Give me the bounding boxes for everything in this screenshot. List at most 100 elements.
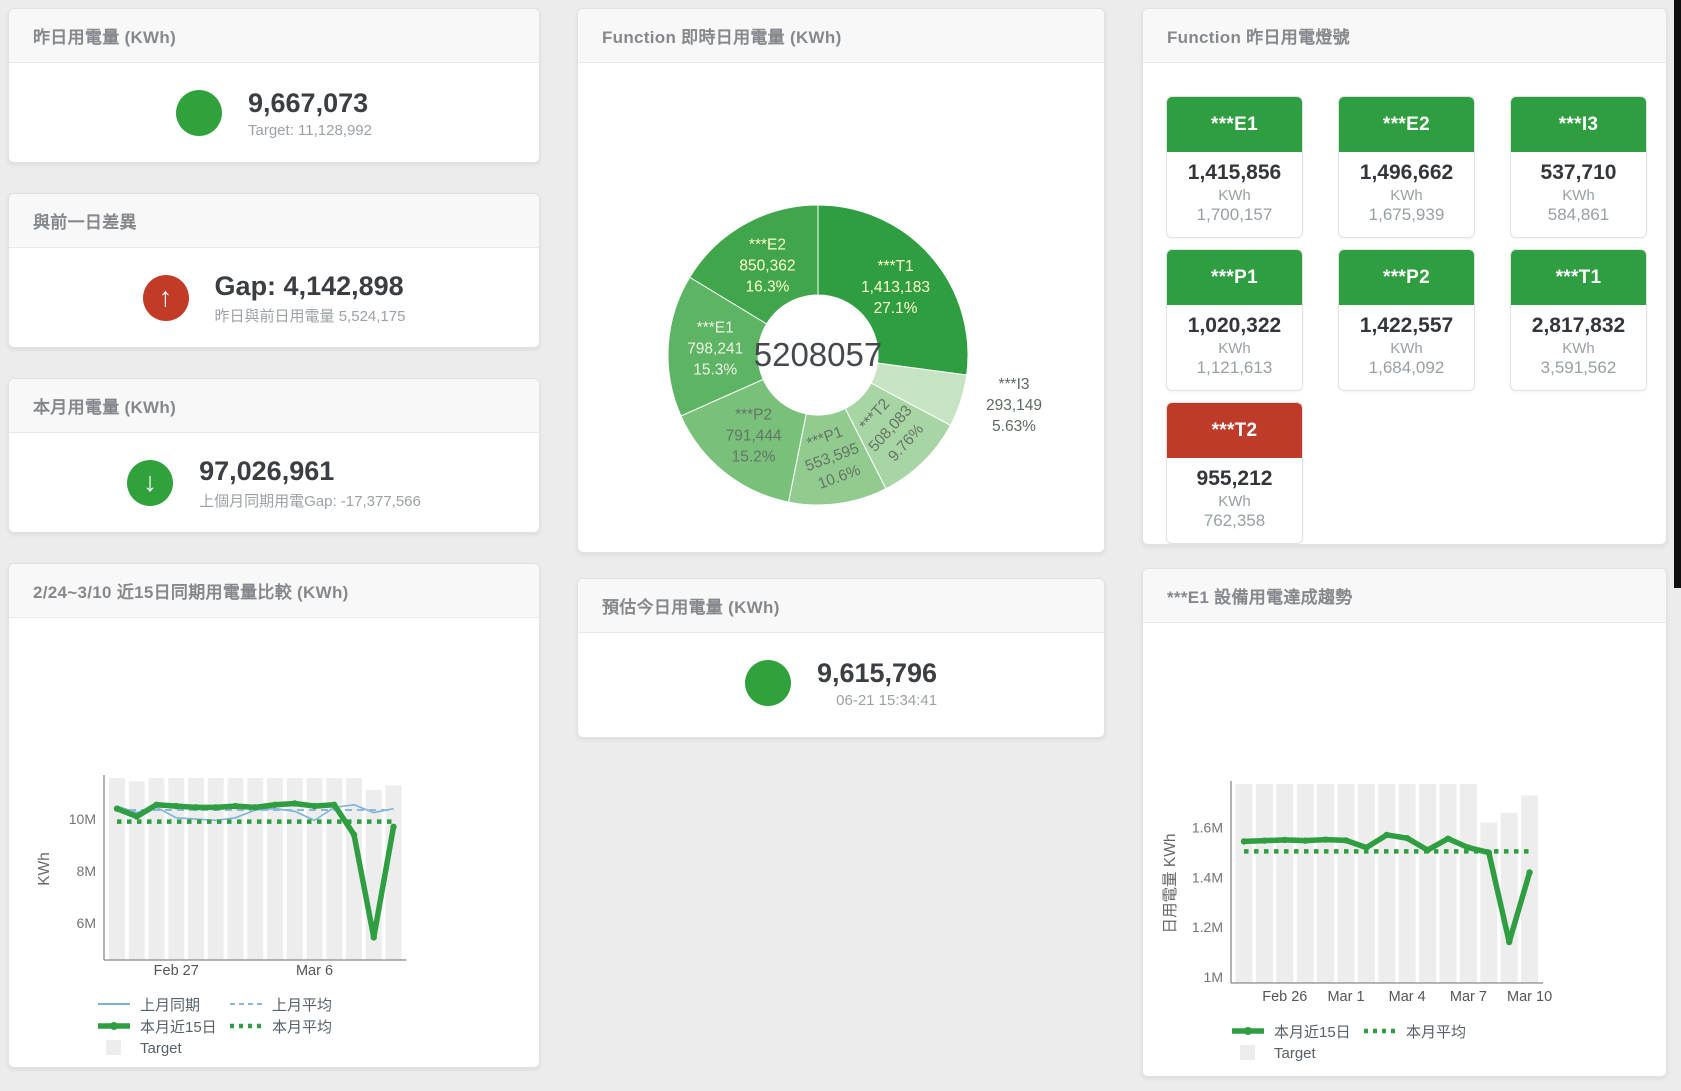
- svg-text:1M: 1M: [1204, 969, 1223, 985]
- trend-chart-legend: 本月近15日 本月平均 Target: [1231, 1020, 1666, 1064]
- card-day-gap: 與前一日差異 ↑ Gap: 4,142,898 昨日與前日用電量 5,524,1…: [8, 193, 540, 348]
- dashboard: 昨日用電量 (KWh) 9,667,073 Target: 11,128,992…: [0, 0, 1681, 1077]
- stat-row: ↑ Gap: 4,142,898 昨日與前日用電量 5,524,175: [9, 248, 539, 348]
- tile-status-header-t2: ***T2: [1167, 403, 1302, 458]
- light-tile-t1: ***T12,817,832KWh3,591,562: [1510, 249, 1647, 391]
- svg-text:Feb 27: Feb 27: [154, 963, 199, 979]
- legend-item-本月平均[interactable]: 本月平均: [229, 1016, 361, 1037]
- column-right: Function 昨日用電燈號 ***E11,415,856KWh1,700,1…: [1142, 8, 1667, 1077]
- card-today-estimate: 預估今日用電量 (KWh) 9,615,796 06-21 15:34:41: [577, 578, 1105, 738]
- stat-row: 9,667,073 Target: 11,128,992: [9, 63, 539, 163]
- tile-status-header-e1: ***E1: [1167, 97, 1302, 152]
- compare-chart-legend: 上月同期 上月平均本月近15日 本月平均 Target: [97, 993, 539, 1059]
- tile-value-t2: 955,212: [1167, 467, 1302, 491]
- tile-target-e2: 1,675,939: [1339, 205, 1474, 225]
- legend-item-上月同期[interactable]: 上月同期: [97, 994, 229, 1015]
- card-realtime-header: Function 即時日用電量 (KWh): [578, 9, 1104, 63]
- column-middle: Function 即時日用電量 (KWh) ***T11,413,18327.1…: [577, 8, 1105, 1077]
- light-tile-e2: ***E2 1,496,662 KWh1,675,939: [1338, 96, 1475, 238]
- tile-status-header-p2: ***P2: [1339, 250, 1474, 305]
- card-yesterday-usage: 昨日用電量 (KWh) 9,667,073 Target: 11,128,992: [8, 8, 540, 163]
- card-compare-15day: 2/24~3/10 近15日同期用電量比較 (KWh) 6M8M10MFeb 2…: [8, 563, 540, 1068]
- tile-unit-t2: KWh: [1167, 493, 1302, 510]
- tile-target-i3: 584,861: [1511, 205, 1646, 225]
- card-title: 本月用電量 (KWh): [33, 393, 176, 418]
- tile-status-header-p1: ***P1: [1167, 250, 1302, 305]
- column-left: 昨日用電量 (KWh) 9,667,073 Target: 11,128,992…: [8, 8, 540, 1077]
- card-title: Function 昨日用電燈號: [1167, 23, 1350, 48]
- tile-unit-i3: KWh: [1511, 187, 1646, 204]
- legend-label: Target: [1274, 1045, 1316, 1062]
- card-e1-trend: ***E1 設備用電達成趨勢 1M1.2M1.4M1.6MFeb 26Mar 1…: [1142, 568, 1667, 1077]
- card-title: 2/24~3/10 近15日同期用電量比較 (KWh): [33, 578, 349, 603]
- tile-value-p2: 1,422,557: [1339, 314, 1474, 338]
- compare-15day-line-chart[interactable]: 6M8M10MFeb 27Mar 6KWh: [9, 618, 539, 985]
- tile-value-t1: 2,817,832: [1511, 314, 1646, 338]
- stat-value: Gap: 4,142,898: [215, 271, 406, 302]
- legend-label: 本月近15日: [140, 1016, 217, 1037]
- legend-label: 本月平均: [272, 1016, 332, 1037]
- card-function-realtime: Function 即時日用電量 (KWh) ***T11,413,18327.1…: [577, 8, 1105, 553]
- legend-item-Target[interactable]: Target: [1231, 1045, 1363, 1062]
- tile-target-p1: 1,121,613: [1167, 358, 1302, 378]
- card-function-lights: Function 昨日用電燈號 ***E11,415,856KWh1,700,1…: [1142, 8, 1667, 545]
- screen-right-dark-strip: [1674, 0, 1681, 588]
- legend-item-本月平均[interactable]: 本月平均: [1363, 1021, 1495, 1042]
- card-yesterday-usage-header: 昨日用電量 (KWh): [9, 9, 539, 63]
- svg-text:Mar 6: Mar 6: [296, 963, 333, 979]
- stat-subtext: 上個月同期用電Gap: -17,377,566: [199, 490, 421, 511]
- tile-value-p1: 1,020,322: [1167, 314, 1302, 338]
- legend-label: 上月同期: [140, 994, 200, 1015]
- stat-timestamp: 06-21 15:34:41: [817, 692, 937, 709]
- svg-text:日用電量 KWh: 日用電量 KWh: [1162, 834, 1179, 934]
- legend-item-本月近15日[interactable]: 本月近15日: [1231, 1021, 1363, 1042]
- card-title: 預估今日用電量 (KWh): [602, 593, 780, 618]
- svg-text:Mar 1: Mar 1: [1327, 989, 1364, 1005]
- up-arrow-glyph: ↑: [159, 284, 173, 311]
- tile-unit-e1: KWh: [1167, 187, 1302, 204]
- card-title: Function 即時日用電量 (KWh): [602, 23, 842, 48]
- stat-value: 97,026,961: [199, 456, 421, 487]
- legend-item-Target[interactable]: Target: [97, 1040, 229, 1057]
- down-arrow-icon: ↓: [127, 460, 173, 506]
- green-status-circle-icon: [745, 660, 791, 706]
- tile-value-i3: 537,710: [1511, 161, 1646, 185]
- svg-text:Mar 7: Mar 7: [1450, 989, 1487, 1005]
- tile-value-e2: 1,496,662: [1339, 161, 1474, 185]
- svg-text:Mar 4: Mar 4: [1389, 989, 1426, 1005]
- e1-trend-line-chart[interactable]: 1M1.2M1.4M1.6MFeb 26Mar 1Mar 4Mar 7Mar 1…: [1143, 623, 1666, 1012]
- tile-status-header-i3: ***I3: [1511, 97, 1646, 152]
- svg-text:Mar 10: Mar 10: [1507, 989, 1552, 1005]
- donut-label-i3: ***I3293,1495.63%: [986, 376, 1042, 435]
- svg-text:KWh: KWh: [36, 852, 53, 886]
- legend-label: Target: [140, 1040, 182, 1057]
- legend-item-上月平均[interactable]: 上月平均: [229, 994, 361, 1015]
- svg-text:6M: 6M: [77, 915, 96, 931]
- legend-label: 本月平均: [1406, 1021, 1466, 1042]
- stat-subtext: 昨日與前日用電量 5,524,175: [215, 305, 406, 326]
- light-tile-p1: ***P1 1,020,322 KWh1,121,613: [1166, 249, 1303, 391]
- tile-status-header-e2: ***E2: [1339, 97, 1474, 152]
- tile-target-p2: 1,684,092: [1339, 358, 1474, 378]
- legend-item-本月近15日[interactable]: 本月近15日: [97, 1016, 229, 1037]
- card-compare-header: 2/24~3/10 近15日同期用電量比較 (KWh): [9, 564, 539, 618]
- legend-label: 上月平均: [272, 994, 332, 1015]
- tile-target-t2: 762,358: [1167, 511, 1302, 531]
- light-tile-t2: ***T2 955,212 KWh762,358: [1166, 402, 1303, 544]
- tile-unit-p2: KWh: [1339, 340, 1474, 357]
- card-month-usage: 本月用電量 (KWh) ↓ 97,026,961 上個月同期用電Gap: -17…: [8, 378, 540, 533]
- down-arrow-glyph: ↓: [143, 469, 157, 496]
- function-realtime-donut-chart[interactable]: ***T11,413,18327.1%***I3293,1495.63%***T…: [578, 63, 1104, 546]
- tile-unit-e2: KWh: [1339, 187, 1474, 204]
- card-title: 與前一日差異: [33, 208, 137, 233]
- up-arrow-icon: ↑: [143, 275, 189, 321]
- tile-status-header-t1: ***T1: [1511, 250, 1646, 305]
- tile-value-e1: 1,415,856: [1167, 161, 1302, 185]
- light-tile-p2: ***P2 1,422,557 KWh1,684,092: [1338, 249, 1475, 391]
- card-estimate-header: 預估今日用電量 (KWh): [578, 579, 1104, 633]
- card-trend-header: ***E1 設備用電達成趨勢: [1143, 569, 1666, 623]
- tile-target-e1: 1,700,157: [1167, 205, 1302, 225]
- light-tile-i3: ***I3 537,710 KWh584,861: [1510, 96, 1647, 238]
- svg-text:Feb 26: Feb 26: [1262, 989, 1307, 1005]
- tile-unit-p1: KWh: [1167, 340, 1302, 357]
